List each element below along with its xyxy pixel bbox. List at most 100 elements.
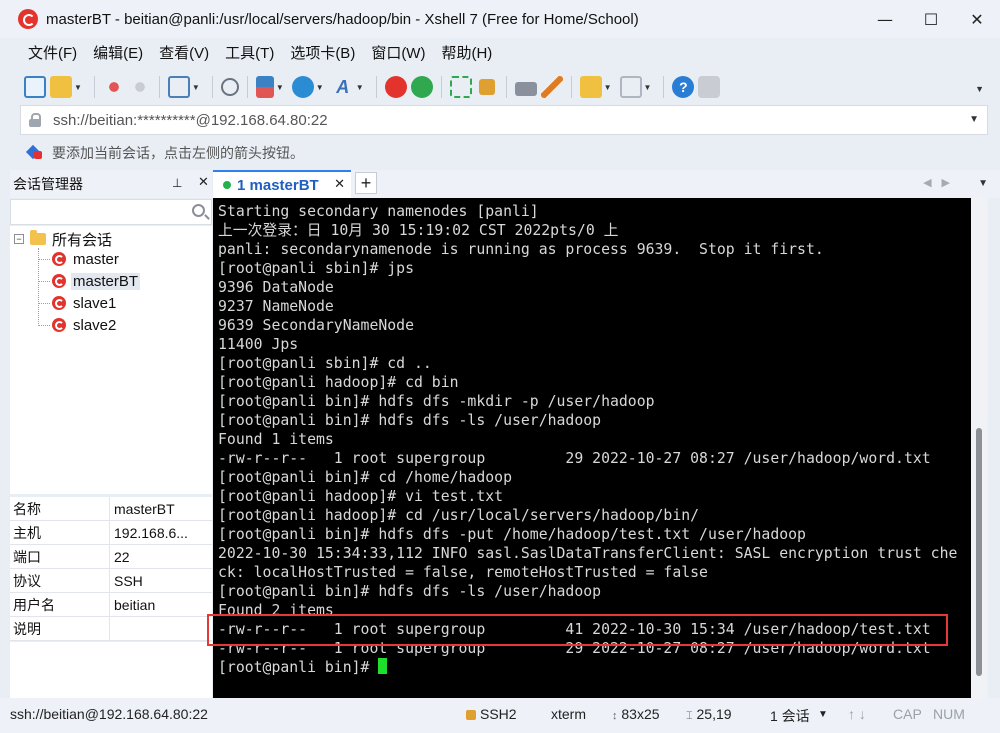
tab-list-dropdown-icon[interactable]: ▼ <box>978 178 988 189</box>
session-search-input[interactable] <box>10 199 212 225</box>
new-folder-icon[interactable] <box>579 76 602 98</box>
window-controls: — ☐ ✕ <box>862 0 1000 38</box>
open-dropdown-icon[interactable]: ▼ <box>74 83 82 92</box>
terminal-line: [root@panli bin]# hdfs dfs -ls /user/had… <box>218 583 602 600</box>
tab-masterbt[interactable]: 1 masterBT ✕ <box>213 170 351 198</box>
prop-key: 说明 <box>10 617 110 640</box>
toolbar-divider <box>663 76 665 98</box>
menu-tools[interactable]: 工具(T) <box>217 38 282 70</box>
menu-file[interactable]: 文件(F) <box>20 38 85 70</box>
terminal-line: [root@panli bin]# cd /home/hadoop <box>218 469 512 486</box>
pin-icon[interactable]: ⊥ <box>172 176 182 190</box>
status-term: xterm <box>551 706 586 722</box>
fullscreen-icon[interactable] <box>449 76 472 98</box>
keyboard-icon[interactable] <box>514 82 537 96</box>
toolbar: ▼ ▼ ▼ ▼ A ▼ ▼ ▼ ? ▼ <box>20 70 988 104</box>
session-properties: 名称 masterBT 主机 192.168.6... 端口 22 协议 SSH… <box>10 497 212 641</box>
terminal-line: Starting secondary namenodes [panli] <box>218 203 539 220</box>
xshell-app-icon[interactable] <box>18 9 38 29</box>
status-cursor-pos: 25,19 <box>696 706 732 722</box>
globe-dropdown-icon[interactable]: ▼ <box>316 83 324 92</box>
toolbar-divider <box>93 76 95 98</box>
status-size-group: ↕ 83x25 <box>612 706 660 722</box>
scrollbar-thumb[interactable] <box>976 428 982 676</box>
toolbar-divider <box>570 76 572 98</box>
tab-scroll-arrows-icon[interactable]: ◀▶ <box>923 176 960 189</box>
status-sessions[interactable]: 1 会话 <box>770 706 810 726</box>
connect-icon[interactable] <box>102 76 125 98</box>
terminal-line: panli: secondarynamenode is running as p… <box>218 241 824 258</box>
font-dropdown-icon[interactable]: ▼ <box>356 83 364 92</box>
session-icon <box>52 318 66 332</box>
right-gutter <box>988 198 1000 698</box>
layout-icon[interactable] <box>255 76 274 98</box>
tile-window-icon[interactable] <box>619 76 642 98</box>
highlight-pen-icon[interactable] <box>540 76 563 98</box>
maximize-button[interactable]: ☐ <box>908 0 954 38</box>
tile-dropdown-icon[interactable]: ▼ <box>644 83 652 92</box>
prop-row-username: 用户名 beitian <box>10 593 212 617</box>
properties-dropdown-icon[interactable]: ▼ <box>192 83 200 92</box>
toolbar-divider <box>246 76 248 98</box>
session-item-masterbt[interactable]: masterBT <box>38 270 141 292</box>
session-item-slave1[interactable]: slave1 <box>38 292 118 314</box>
tab-close-icon[interactable]: ✕ <box>334 176 345 192</box>
terminal-line: [root@panli bin]# hdfs dfs -ls /user/had… <box>218 412 602 429</box>
xftp-icon[interactable] <box>410 76 433 98</box>
menu-edit[interactable]: 编辑(E) <box>85 38 151 70</box>
terminal-line: 11400 Jps <box>218 336 299 353</box>
help-icon[interactable]: ? <box>672 76 695 98</box>
address-input[interactable]: ssh://beitian:**********@192.168.64.80:2… <box>53 112 328 129</box>
menu-view[interactable]: 查看(V) <box>151 38 217 70</box>
properties-icon[interactable] <box>167 76 190 98</box>
sessions-dropdown-icon[interactable]: ▼ <box>818 709 828 720</box>
toolbar-divider <box>440 76 442 98</box>
menu-tabs[interactable]: 选项卡(B) <box>282 38 363 70</box>
session-label: slave1 <box>73 294 117 312</box>
disconnect-icon[interactable] <box>128 76 151 98</box>
highlight-annotation-box <box>207 614 948 646</box>
terminal-line: ck: localHostTrusted = false, remoteHost… <box>218 564 708 581</box>
prop-value <box>110 617 114 640</box>
menu-help[interactable]: 帮助(H) <box>433 38 500 70</box>
status-protocol: SSH2 <box>480 706 517 722</box>
address-bar[interactable]: ssh://beitian:**********@192.168.64.80:2… <box>20 105 988 135</box>
tree-branch <box>38 258 50 260</box>
prop-row-description: 说明 <box>10 617 212 641</box>
session-item-master[interactable]: master <box>38 248 121 270</box>
layout-dropdown-icon[interactable]: ▼ <box>276 83 284 92</box>
toolbar-overflow-icon[interactable]: ▼ <box>975 84 984 94</box>
terminal-line: [root@panli bin]# hdfs dfs -mkdir -p /us… <box>218 393 655 410</box>
address-dropdown-icon[interactable]: ▼ <box>969 114 979 125</box>
title-bar: masterBT - beitian@panli:/usr/local/serv… <box>0 0 1000 38</box>
open-folder-icon[interactable] <box>50 76 72 98</box>
xshell-icon[interactable] <box>384 76 407 98</box>
find-icon[interactable] <box>220 78 239 96</box>
toolbar-divider <box>158 76 160 98</box>
session-manager-close-icon[interactable]: ✕ <box>198 174 209 190</box>
search-icon[interactable] <box>192 204 205 217</box>
terminal-line: [root@panli hadoop]# cd bin <box>218 374 459 391</box>
chat-icon[interactable] <box>698 76 721 98</box>
prop-key: 协议 <box>10 569 110 592</box>
new-session-icon[interactable] <box>24 76 46 98</box>
session-item-slave2[interactable]: slave2 <box>38 314 118 336</box>
tree-root-all-sessions[interactable]: − 所有会话 <box>14 229 112 249</box>
menu-window[interactable]: 窗口(W) <box>363 38 433 70</box>
properties-blank-area <box>10 642 212 698</box>
tree-root-label: 所有会话 <box>52 231 113 249</box>
collapse-toggle-icon[interactable]: − <box>14 234 24 244</box>
status-protocol-group: SSH2 <box>466 706 517 722</box>
new-tab-button[interactable]: + <box>355 172 377 194</box>
folder-dropdown-icon[interactable]: ▼ <box>604 83 612 92</box>
globe-icon[interactable] <box>291 76 314 98</box>
font-icon[interactable]: A <box>332 76 354 98</box>
session-nav-arrows-icon[interactable]: ↑ ↓ <box>848 706 866 722</box>
cursor-position-icon: ⌶ <box>686 710 693 722</box>
terminal-scrollbar[interactable] <box>971 198 988 698</box>
session-icon <box>52 274 66 288</box>
add-session-arrow-icon[interactable] <box>28 145 44 161</box>
minimize-button[interactable]: — <box>862 0 908 38</box>
lock-icon[interactable] <box>478 79 495 95</box>
close-button[interactable]: ✕ <box>954 0 1000 38</box>
